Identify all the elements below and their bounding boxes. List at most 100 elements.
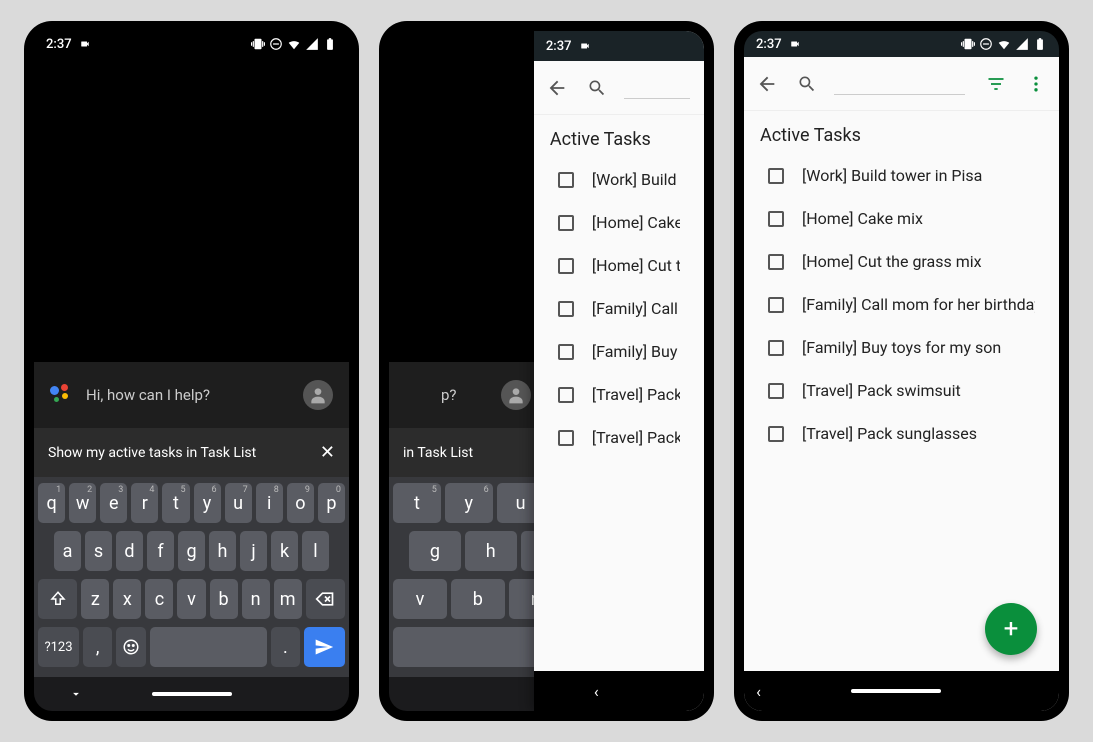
key-w[interactable]: w2 bbox=[69, 483, 96, 523]
key-k[interactable]: k bbox=[271, 531, 298, 571]
key-h[interactable]: h bbox=[465, 531, 517, 571]
home-indicator[interactable] bbox=[152, 692, 232, 696]
checkbox[interactable] bbox=[558, 172, 574, 188]
nav-back-icon[interactable]: ‹ bbox=[594, 682, 599, 701]
checkbox[interactable] bbox=[558, 430, 574, 446]
back-icon[interactable] bbox=[544, 75, 570, 101]
symbols-key[interactable]: ?123 bbox=[38, 627, 79, 667]
nav-down-icon[interactable] bbox=[69, 687, 83, 701]
user-avatar[interactable] bbox=[501, 380, 531, 410]
task-item[interactable]: [Family] Buy t bbox=[534, 330, 704, 373]
key-b[interactable]: b bbox=[451, 579, 505, 619]
task-text: [Work] Build t bbox=[592, 170, 680, 189]
checkbox[interactable] bbox=[768, 254, 784, 270]
backspace-key[interactable] bbox=[306, 579, 345, 619]
task-item[interactable]: [Travel] Pack sunglasses bbox=[744, 412, 1059, 455]
key-u[interactable]: u7 bbox=[225, 483, 252, 523]
close-icon[interactable]: ✕ bbox=[320, 442, 335, 463]
key-e[interactable]: e3 bbox=[100, 483, 127, 523]
checkbox[interactable] bbox=[768, 211, 784, 227]
key-v[interactable]: v bbox=[393, 579, 447, 619]
dnd-icon bbox=[979, 37, 993, 51]
back-icon[interactable] bbox=[754, 71, 780, 97]
key-g[interactable]: g bbox=[409, 531, 461, 571]
task-item[interactable]: [Family] Call m bbox=[534, 287, 704, 330]
task-item[interactable]: [Travel] Pack swimsuit bbox=[744, 369, 1059, 412]
key-h[interactable]: h bbox=[209, 531, 236, 571]
checkbox[interactable] bbox=[558, 258, 574, 274]
task-item[interactable]: [Work] Build t bbox=[534, 158, 704, 201]
search-input[interactable] bbox=[624, 77, 690, 99]
checkbox[interactable] bbox=[558, 344, 574, 360]
search-input[interactable] bbox=[834, 73, 965, 95]
task-text: [Travel] Pack s bbox=[592, 428, 680, 447]
status-bar: 2:37 bbox=[744, 31, 1059, 57]
checkbox[interactable] bbox=[768, 168, 784, 184]
emoji-key[interactable] bbox=[116, 627, 145, 667]
key-v[interactable]: v bbox=[177, 579, 205, 619]
task-text: [Travel] Pack s bbox=[592, 385, 680, 404]
checkbox[interactable] bbox=[768, 383, 784, 399]
key-b[interactable]: b bbox=[210, 579, 238, 619]
task-item[interactable]: [Home] Cake mix bbox=[744, 197, 1059, 240]
task-item[interactable]: [Family] Buy toys for my son bbox=[744, 326, 1059, 369]
camera-icon bbox=[788, 39, 802, 49]
checkbox[interactable] bbox=[768, 426, 784, 442]
filter-icon[interactable] bbox=[983, 71, 1009, 97]
home-indicator[interactable] bbox=[851, 689, 941, 693]
user-avatar[interactable] bbox=[303, 380, 333, 410]
key-j[interactable]: j bbox=[240, 531, 267, 571]
checkbox[interactable] bbox=[768, 340, 784, 356]
fab-add-button[interactable]: + bbox=[985, 603, 1037, 655]
key-m[interactable]: m bbox=[274, 579, 302, 619]
key-o[interactable]: o9 bbox=[287, 483, 314, 523]
more-icon[interactable] bbox=[1023, 71, 1049, 97]
send-key[interactable] bbox=[304, 627, 345, 667]
key-n[interactable]: n bbox=[242, 579, 270, 619]
comma-key[interactable]: , bbox=[83, 627, 112, 667]
key-c[interactable]: c bbox=[145, 579, 173, 619]
checkbox[interactable] bbox=[558, 215, 574, 231]
battery-icon bbox=[323, 37, 337, 51]
space-key[interactable] bbox=[150, 627, 267, 667]
key-g[interactable]: g bbox=[178, 531, 205, 571]
key-z[interactable]: z bbox=[81, 579, 109, 619]
key-s[interactable]: s bbox=[85, 531, 112, 571]
search-icon[interactable] bbox=[794, 71, 820, 97]
section-title: Active Tasks bbox=[744, 111, 1059, 152]
key-l[interactable]: l bbox=[302, 531, 329, 571]
period-key[interactable]: . bbox=[271, 627, 300, 667]
task-item[interactable]: [Work] Build tower in Pisa bbox=[744, 154, 1059, 197]
shift-key[interactable] bbox=[38, 579, 77, 619]
key-r[interactable]: r4 bbox=[131, 483, 158, 523]
vibrate-icon bbox=[251, 37, 265, 51]
keyboard[interactable]: q1w2e3r4t5y6u7i8o9p0 asdfghjkl zxcvbnm ?… bbox=[34, 477, 349, 677]
key-q[interactable]: q1 bbox=[38, 483, 65, 523]
key-f[interactable]: f bbox=[147, 531, 174, 571]
key-a[interactable]: a bbox=[54, 531, 81, 571]
task-item[interactable]: [Travel] Pack s bbox=[534, 373, 704, 416]
key-t[interactable]: t5 bbox=[162, 483, 189, 523]
key-p[interactable]: p0 bbox=[318, 483, 345, 523]
task-item[interactable]: [Travel] Pack s bbox=[534, 416, 704, 459]
checkbox[interactable] bbox=[558, 301, 574, 317]
task-item[interactable]: [Family] Call mom for her birthday bbox=[744, 283, 1059, 326]
key-i[interactable]: i8 bbox=[256, 483, 283, 523]
assistant-input-text: in Task List bbox=[403, 445, 473, 461]
assistant-prompt-bar[interactable]: Hi, how can I help? bbox=[34, 362, 349, 428]
key-x[interactable]: x bbox=[113, 579, 141, 619]
task-text: [Home] Cake bbox=[592, 213, 680, 232]
assistant-input-row[interactable]: Show my active tasks in Task List ✕ bbox=[34, 428, 349, 477]
task-item[interactable]: [Home] Cut th bbox=[534, 244, 704, 287]
checkbox[interactable] bbox=[768, 297, 784, 313]
camera-icon bbox=[78, 39, 92, 49]
checkbox[interactable] bbox=[558, 387, 574, 403]
key-y[interactable]: y6 bbox=[194, 483, 221, 523]
key-y[interactable]: y6 bbox=[445, 483, 493, 523]
key-t[interactable]: t5 bbox=[393, 483, 441, 523]
nav-back-icon[interactable]: ‹ bbox=[756, 682, 761, 701]
task-item[interactable]: [Home] Cut the grass mix bbox=[744, 240, 1059, 283]
task-item[interactable]: [Home] Cake bbox=[534, 201, 704, 244]
key-d[interactable]: d bbox=[116, 531, 143, 571]
search-icon[interactable] bbox=[584, 75, 610, 101]
